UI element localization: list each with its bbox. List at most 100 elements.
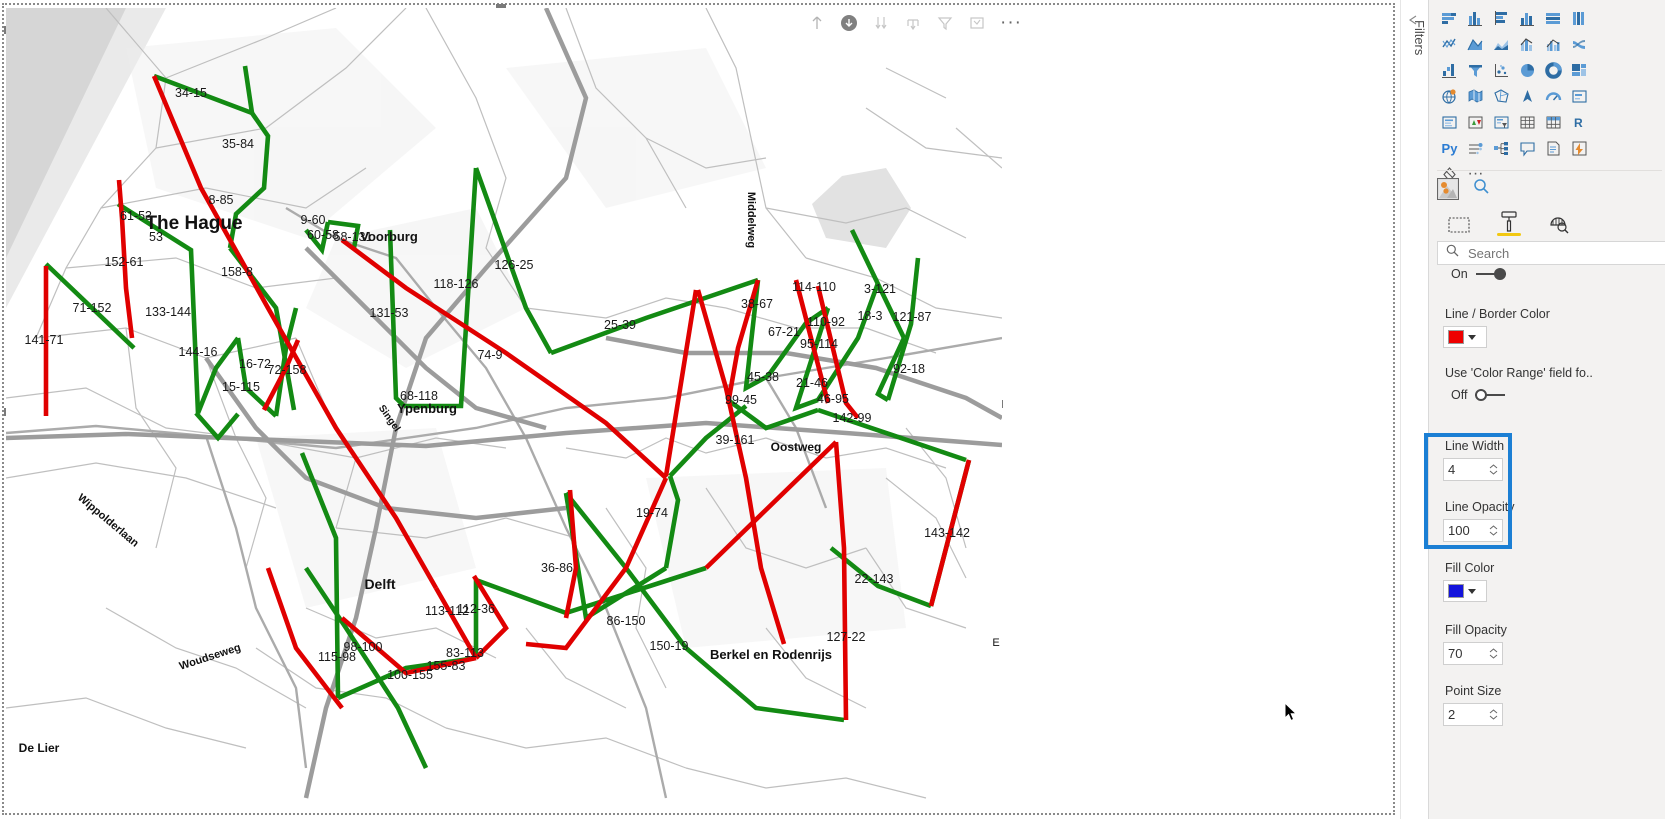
report-canvas[interactable]: .rd { stroke:#bfbfbf; stroke-width:1.2; … <box>0 0 1400 819</box>
stacked-column-chart-icon[interactable] <box>1463 6 1488 30</box>
line-opacity-value: 100 <box>1448 523 1470 538</box>
map-route-label: 22-143 <box>855 572 894 586</box>
funnel-chart-icon[interactable] <box>1463 58 1488 82</box>
python-visual-icon[interactable]: Py <box>1437 136 1462 160</box>
format-tab-selected-underline <box>1497 233 1521 236</box>
shape-map-icon[interactable] <box>1489 84 1514 108</box>
format-search-box[interactable] <box>1437 241 1665 265</box>
card-icon[interactable] <box>1567 84 1592 108</box>
stacked-bar-chart-icon[interactable] <box>1437 6 1462 30</box>
map-route-label: 110-92 <box>807 315 845 329</box>
azure-map-icon[interactable] <box>1515 84 1540 108</box>
map-route-label: 112-36 <box>457 602 495 616</box>
line-border-color-picker[interactable] <box>1443 326 1487 348</box>
get-more-visuals-icon[interactable] <box>1473 178 1490 200</box>
map-route-label: 141-71 <box>25 333 64 347</box>
format-properties-list[interactable]: On Line / Border Color Use 'Color Range'… <box>1437 265 1665 755</box>
table-icon[interactable] <box>1515 110 1540 134</box>
custom-visual-row[interactable] <box>1437 176 1662 202</box>
map-route-label: 143-142 <box>924 526 970 540</box>
map-route-label: 158-8 <box>221 265 253 279</box>
ribbon-chart-icon[interactable] <box>1567 32 1592 56</box>
visualization-type-gallery[interactable]: R Py ··· <box>1433 6 1665 186</box>
drill-down-hierarchy-icon[interactable] <box>904 14 922 32</box>
scatter-chart-icon[interactable] <box>1489 58 1514 82</box>
map-route-label: 121-87 <box>893 310 932 324</box>
more-options-icon[interactable]: ··· <box>1000 13 1022 32</box>
stacked-area-chart-icon[interactable] <box>1489 32 1514 56</box>
visualizations-pane[interactable]: R Py ··· Search On Line / Border Color U… <box>1428 0 1665 819</box>
map-route-label: 45-38 <box>747 370 779 384</box>
search-input[interactable] <box>1466 244 1636 262</box>
fields-tab[interactable] <box>1445 208 1473 234</box>
key-influencers-icon[interactable] <box>1463 136 1488 160</box>
map-route-label: 34-15 <box>175 86 207 100</box>
partial-toggle-switch[interactable] <box>1475 268 1506 280</box>
fill-opacity-stepper-arrows[interactable] <box>1489 648 1498 659</box>
map-route-label: 115-98 <box>318 650 356 664</box>
point-size-stepper[interactable]: 2 <box>1443 703 1503 726</box>
power-apps-icon[interactable] <box>1567 136 1592 160</box>
drill-up-icon[interactable] <box>808 14 826 32</box>
waterfall-chart-icon[interactable] <box>1437 58 1462 82</box>
decomposition-tree-icon[interactable] <box>1489 136 1514 160</box>
treemap-icon[interactable] <box>1567 58 1592 82</box>
line-opacity-stepper-arrows[interactable] <box>1489 525 1498 536</box>
icon-map-custom-visual-icon[interactable] <box>1437 178 1459 200</box>
format-pane-tabs[interactable] <box>1437 206 1662 236</box>
gauge-icon[interactable] <box>1541 84 1566 108</box>
line-chart-icon[interactable] <box>1437 32 1462 56</box>
partial-toggle-row[interactable]: On <box>1451 267 1506 281</box>
paginated-report-icon[interactable] <box>1541 136 1566 160</box>
map-route-label: 83-113 <box>446 646 484 660</box>
line-width-stepper-arrows[interactable] <box>1489 464 1498 475</box>
matrix-icon[interactable] <box>1541 110 1566 134</box>
pie-chart-icon[interactable] <box>1515 58 1540 82</box>
analytics-tab[interactable] <box>1545 208 1573 234</box>
fill-opacity-stepper[interactable]: 70 <box>1443 642 1503 665</box>
map-place-label: Delft <box>364 576 395 592</box>
line-opacity-stepper[interactable]: 100 <box>1443 519 1503 542</box>
color-range-toggle-switch[interactable] <box>1475 389 1506 401</box>
map-route-label: 95-114 <box>800 337 838 351</box>
focus-mode-icon[interactable] <box>968 14 986 32</box>
filters-rail[interactable]: Filters <box>1400 0 1428 819</box>
hundred-percent-stacked-bar-chart-icon[interactable] <box>1541 6 1566 30</box>
map-icon[interactable] <box>1437 84 1462 108</box>
filled-map-icon[interactable] <box>1463 84 1488 108</box>
map-route-label: 61-53 <box>120 209 152 223</box>
chevron-down-icon[interactable] <box>1468 334 1476 340</box>
color-range-toggle-row[interactable]: Off <box>1451 388 1593 402</box>
map-route-label: 152-61 <box>105 255 144 269</box>
donut-chart-icon[interactable] <box>1541 58 1566 82</box>
line-opacity-property: Line Opacity 100 <box>1443 500 1514 542</box>
map-route-label: 74-9 <box>477 348 502 362</box>
chevron-down-icon[interactable] <box>1468 588 1476 594</box>
map-route-label: 35-84 <box>222 137 254 151</box>
multi-row-card-icon[interactable] <box>1437 110 1462 134</box>
drill-mode-icon[interactable] <box>840 14 858 32</box>
slicer-icon[interactable] <box>1489 110 1514 134</box>
hundred-percent-stacked-column-chart-icon[interactable] <box>1567 6 1592 30</box>
map-route-label: 36-86 <box>541 561 573 575</box>
format-tab[interactable] <box>1495 208 1523 236</box>
expand-all-down-icon[interactable] <box>872 14 890 32</box>
point-size-stepper-arrows[interactable] <box>1489 709 1498 720</box>
qa-visual-icon[interactable] <box>1515 136 1540 160</box>
clustered-bar-chart-icon[interactable] <box>1489 6 1514 30</box>
map-route-label: 131-53 <box>370 306 409 320</box>
map-visual[interactable]: .rd { stroke:#bfbfbf; stroke-width:1.2; … <box>6 8 1002 813</box>
map-route-label: 86-150 <box>607 614 646 628</box>
fill-color-picker[interactable] <box>1443 580 1487 602</box>
line-and-clustered-column-chart-icon[interactable] <box>1541 32 1566 56</box>
clustered-column-chart-icon[interactable] <box>1515 6 1540 30</box>
line-width-stepper[interactable]: 4 <box>1443 458 1503 481</box>
kpi-icon[interactable] <box>1463 110 1488 134</box>
map-route-label: 15-115 <box>222 380 260 394</box>
area-chart-icon[interactable] <box>1463 32 1488 56</box>
line-opacity-label: Line Opacity <box>1445 500 1515 514</box>
r-script-visual-icon[interactable]: R <box>1567 110 1592 134</box>
filter-icon[interactable] <box>936 14 954 32</box>
visual-header-toolbar[interactable]: ··· <box>800 8 1021 38</box>
line-and-stacked-column-chart-icon[interactable] <box>1515 32 1540 56</box>
